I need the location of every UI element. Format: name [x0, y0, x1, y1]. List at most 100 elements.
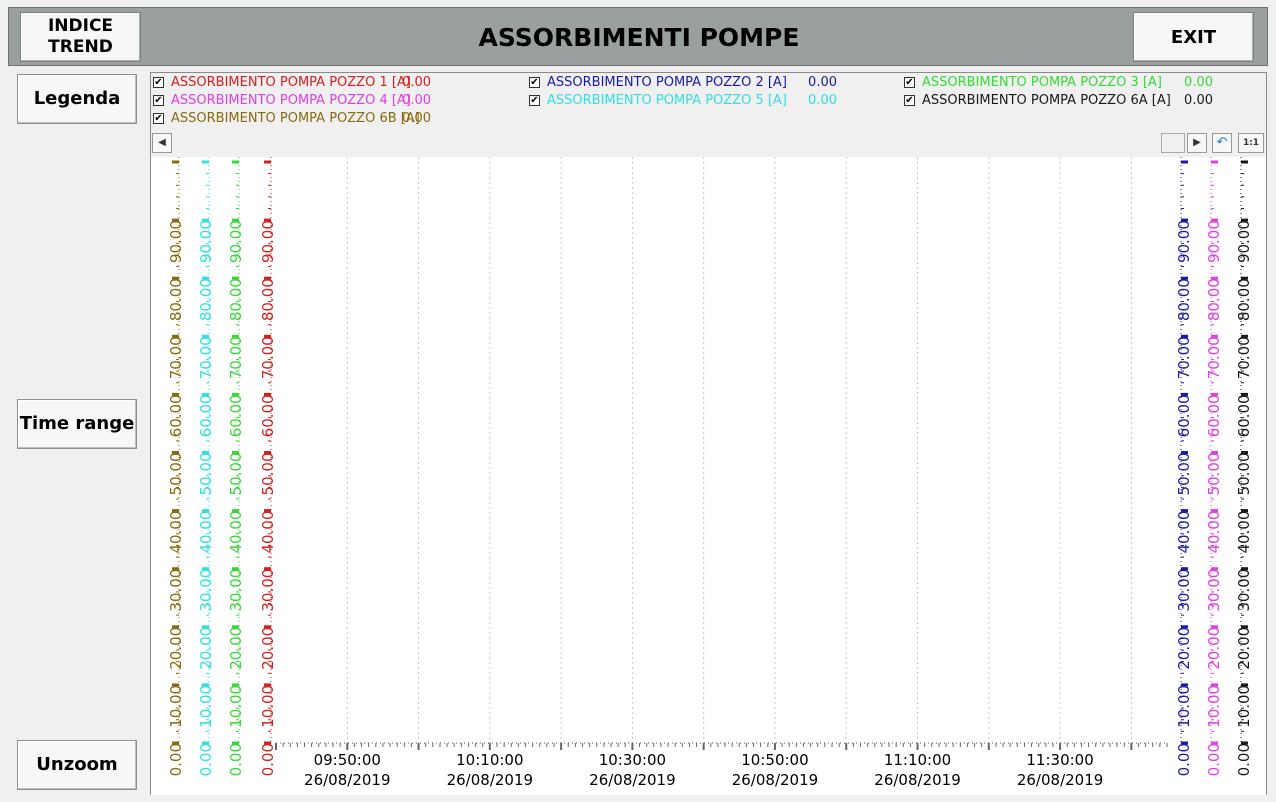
- legend-checkbox[interactable]: ✔: [529, 95, 540, 106]
- y-tick-label: 0.00: [1175, 743, 1193, 776]
- y-tick-label: 50.00: [1175, 453, 1193, 496]
- plot-area[interactable]: 0.00 10.00 20.00 30.00 40.00 50.00 60.00 70.00 8…: [151, 157, 1266, 795]
- x-tick-date: 26/08/2019: [447, 771, 533, 789]
- legend-value: 0.00: [402, 111, 431, 126]
- time-range-button[interactable]: Time range: [17, 399, 137, 449]
- legend-value: 0.00: [1184, 93, 1213, 108]
- y-tick-label: 80.00: [167, 278, 185, 321]
- y-tick-label: 20.00: [227, 627, 245, 670]
- y-tick-label: 20.00: [1235, 627, 1253, 670]
- x-tick-date: 26/08/2019: [589, 771, 675, 789]
- legend-checkbox[interactable]: ✔: [904, 95, 915, 106]
- unzoom-button[interactable]: Unzoom: [17, 740, 137, 790]
- y-tick-label: 40.00: [1175, 511, 1193, 554]
- y-tick-label: 60.00: [227, 394, 245, 437]
- legend-value: 0.00: [402, 93, 431, 108]
- legend-value: 0.00: [808, 93, 837, 108]
- y-tick-label: 60.00: [1175, 394, 1193, 437]
- legend-item[interactable]: ✔ ASSORBIMENTO POMPA POZZO 3 [A] 0.00: [904, 74, 1276, 92]
- legenda-button[interactable]: Legenda: [17, 74, 137, 124]
- legend-item[interactable]: ✔ ASSORBIMENTO POMPA POZZO 6A [A] 0.00: [904, 92, 1276, 110]
- y-tick-label: 30.00: [227, 569, 245, 612]
- x-tick-time: 10:50:00: [741, 751, 808, 769]
- y-tick-label: 50.00: [197, 453, 215, 496]
- y-tick-label: 30.00: [1175, 569, 1193, 612]
- trend-window: INDICE TREND ASSORBIMENTI POMPE EXIT Leg…: [0, 0, 1276, 802]
- y-tick-label: 80.00: [227, 278, 245, 321]
- legend-checkbox[interactable]: ✔: [153, 77, 164, 88]
- y-tick-label: 60.00: [1235, 394, 1253, 437]
- y-tick-label: 20.00: [1175, 627, 1193, 670]
- legend-item[interactable]: ✔ ASSORBIMENTO POMPA POZZO 6B [A] 0.00: [153, 110, 465, 128]
- legend-item[interactable]: ✔ ASSORBIMENTO POMPA POZZO 4 [A] 0.00: [153, 92, 465, 110]
- y-tick-label: 30.00: [259, 569, 277, 612]
- y-tick-label: 20.00: [197, 627, 215, 670]
- y-tick-label: 70.00: [1175, 336, 1193, 379]
- y-tick-label: 80.00: [1235, 278, 1253, 321]
- x-tick-time: 11:30:00: [1026, 751, 1093, 769]
- x-tick-time: 10:10:00: [456, 751, 523, 769]
- y-tick-label: 30.00: [197, 569, 215, 612]
- y-tick-label: 40.00: [197, 511, 215, 554]
- y-tick-label: 50.00: [259, 453, 277, 496]
- page-title: ASSORBIMENTI POMPE: [478, 23, 800, 52]
- y-tick-label: 50.00: [1205, 453, 1223, 496]
- y-tick-label: 50.00: [167, 453, 185, 496]
- y-tick-label: 10.00: [1235, 685, 1253, 728]
- y-tick-label: 10.00: [1175, 685, 1193, 728]
- y-tick-label: 40.00: [227, 511, 245, 554]
- y-tick-label: 30.00: [167, 569, 185, 612]
- x-tick-time: 11:10:00: [884, 751, 951, 769]
- y-tick-label: 90.00: [1235, 220, 1253, 263]
- legend-value: 0.00: [1184, 75, 1213, 90]
- y-tick-label: 50.00: [1235, 453, 1253, 496]
- legend-checkbox[interactable]: ✔: [904, 77, 915, 88]
- ratio-1-1-button[interactable]: 1:1: [1238, 133, 1264, 153]
- legend-checkbox[interactable]: ✔: [153, 95, 164, 106]
- scroll-right-icon[interactable]: ▶: [1187, 133, 1207, 153]
- y-tick-label: 20.00: [167, 627, 185, 670]
- y-tick-label: 10.00: [227, 685, 245, 728]
- scroll-track[interactable]: [173, 133, 1159, 153]
- y-tick-label: 90.00: [1175, 220, 1193, 263]
- y-tick-label: 70.00: [167, 336, 185, 379]
- trend-chart: 0.00 10.00 20.00 30.00 40.00 50.00 60.00 70.00 8…: [167, 157, 1253, 789]
- legend-label: ASSORBIMENTO POMPA POZZO 5 [A]: [547, 93, 787, 108]
- y-tick-label: 70.00: [197, 336, 215, 379]
- y-tick-label: 60.00: [197, 394, 215, 437]
- y-tick-label: 80.00: [1175, 278, 1193, 321]
- y-tick-label: 70.00: [1205, 336, 1223, 379]
- scroll-left-icon[interactable]: ◀: [152, 133, 172, 153]
- y-tick-label: 0.00: [227, 743, 245, 776]
- y-tick-label: 90.00: [167, 220, 185, 263]
- indice-trend-button[interactable]: INDICE TREND: [20, 12, 141, 62]
- y-tick-label: 0.00: [1235, 743, 1253, 776]
- y-tick-label: 30.00: [1205, 569, 1223, 612]
- legend-label: ASSORBIMENTO POMPA POZZO 6A [A]: [922, 93, 1171, 108]
- y-tick-label: 40.00: [167, 511, 185, 554]
- x-tick-time: 10:30:00: [599, 751, 666, 769]
- legend-value: 0.00: [808, 75, 837, 90]
- y-tick-label: 0.00: [259, 743, 277, 776]
- x-tick-date: 26/08/2019: [732, 771, 818, 789]
- y-tick-label: 10.00: [1205, 685, 1223, 728]
- exit-button[interactable]: EXIT: [1133, 12, 1254, 62]
- y-tick-label: 10.00: [167, 685, 185, 728]
- y-tick-label: 90.00: [197, 220, 215, 263]
- undo-zoom-icon[interactable]: ↶: [1212, 133, 1232, 153]
- y-tick-label: 60.00: [1205, 394, 1223, 437]
- y-tick-label: 10.00: [197, 685, 215, 728]
- y-tick-label: 60.00: [259, 394, 277, 437]
- indice-trend-line-2: TREND: [48, 37, 113, 57]
- legend-checkbox[interactable]: ✔: [153, 113, 164, 124]
- scroll-thumb[interactable]: [1161, 133, 1185, 153]
- y-tick-label: 40.00: [259, 511, 277, 554]
- y-tick-label: 60.00: [167, 394, 185, 437]
- header-bar: INDICE TREND ASSORBIMENTI POMPE EXIT: [8, 7, 1268, 66]
- legend-item[interactable]: ✔ ASSORBIMENTO POMPA POZZO 1 [A] 0.00: [153, 74, 465, 92]
- y-tick-label: 10.00: [259, 685, 277, 728]
- legend-value: 0.00: [402, 75, 431, 90]
- legend-checkbox[interactable]: ✔: [529, 77, 540, 88]
- y-tick-label: 0.00: [1205, 743, 1223, 776]
- time-scrollbar[interactable]: ◀ ▶ ↶ 1:1: [151, 132, 1268, 154]
